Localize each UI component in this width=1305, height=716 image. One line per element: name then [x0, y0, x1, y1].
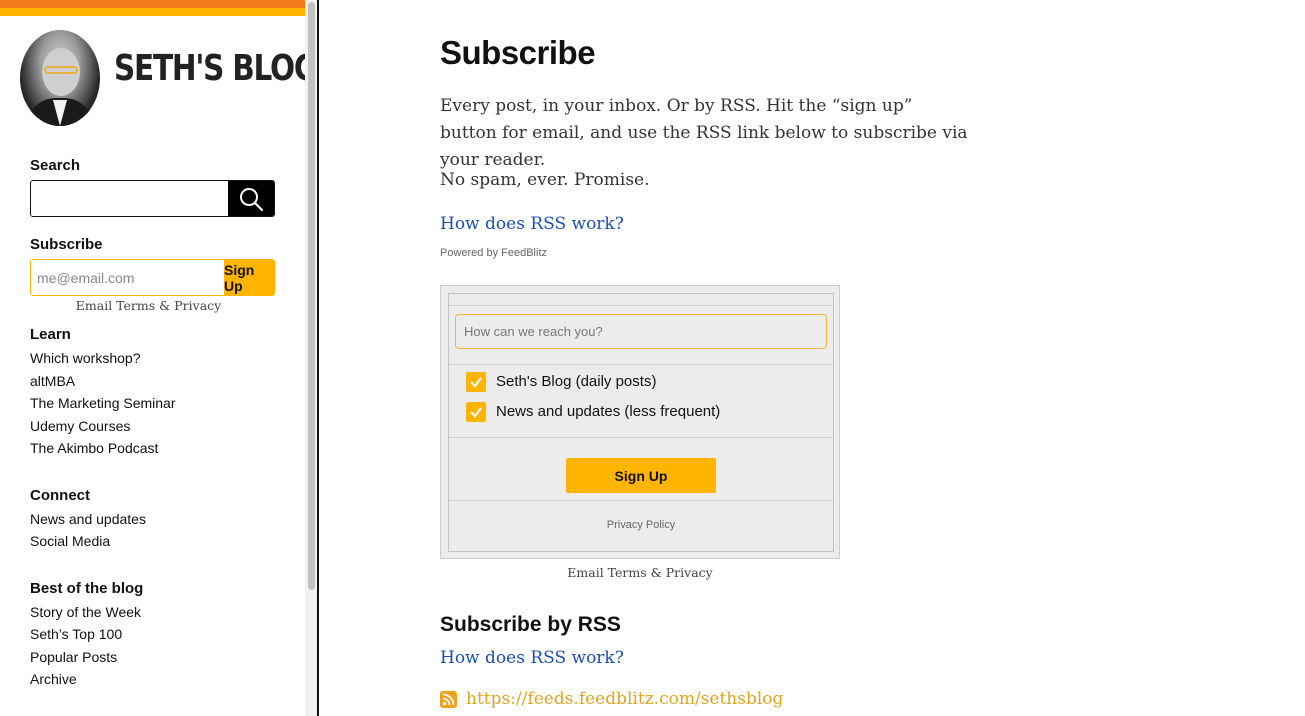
sidebar: SETH'S BLOG Search Subscribe Sign Up Ema…	[0, 0, 318, 716]
author-avatar[interactable]	[20, 30, 100, 126]
news-updates-label[interactable]: News and updates (less frequent)	[496, 403, 720, 420]
form-divider	[449, 500, 833, 501]
sidebar-divider	[317, 0, 319, 716]
intro-paragraph: Every post, in your inbox. Or by RSS. Hi…	[440, 96, 968, 170]
sidebar-link-which-workshop[interactable]: Which workshop?	[30, 350, 141, 366]
subscribe-form: Sign Up	[30, 259, 275, 296]
sidebar-scrollbar-thumb[interactable]	[308, 2, 315, 590]
search-label: Search	[30, 157, 81, 174]
page-title: Subscribe	[440, 34, 596, 71]
email-field[interactable]	[31, 260, 224, 295]
daily-posts-checkbox[interactable]	[466, 372, 486, 392]
search-form	[30, 180, 275, 217]
sidebar-link-udemy-courses[interactable]: Udemy Courses	[30, 418, 130, 434]
rss-icon[interactable]	[440, 691, 457, 708]
subscribe-label: Subscribe	[30, 236, 103, 253]
checkmark-icon	[470, 377, 482, 388]
feedblitz-form-inner: Seth's Blog (daily posts) News and updat…	[448, 293, 834, 552]
search-icon	[240, 187, 264, 211]
checkmark-icon	[470, 407, 482, 418]
no-spam-paragraph: No spam, ever. Promise.	[440, 170, 650, 190]
sidebar-link-popular-posts[interactable]: Popular Posts	[30, 649, 117, 665]
powered-by-feedblitz[interactable]: Powered by FeedBlitz	[440, 247, 547, 259]
sidebar-link-altmba[interactable]: altMBA	[30, 373, 75, 389]
daily-posts-label[interactable]: Seth's Blog (daily posts)	[496, 373, 656, 390]
form-divider	[449, 305, 833, 306]
search-input[interactable]	[31, 181, 228, 216]
sidebar-link-top-100[interactable]: Seth’s Top 100	[30, 626, 122, 642]
connect-heading: Connect	[30, 487, 90, 504]
header-stripe-yellow	[0, 8, 305, 16]
sidebar-link-social-media[interactable]: Social Media	[30, 533, 110, 549]
rss-how-link[interactable]: How does RSS work?	[440, 214, 624, 234]
sidebar-signup-button[interactable]: Sign Up	[224, 260, 274, 295]
best-heading: Best of the blog	[30, 580, 144, 597]
form-divider	[449, 364, 833, 365]
sidebar-email-terms-link[interactable]: Email Terms & Privacy	[30, 298, 267, 313]
rss-section-heading: Subscribe by RSS	[440, 613, 621, 636]
learn-heading: Learn	[30, 326, 71, 343]
reach-you-input[interactable]	[455, 314, 827, 349]
blog-title[interactable]: SETH'S BLOG	[114, 48, 318, 89]
sidebar-link-story-week[interactable]: Story of the Week	[30, 604, 141, 620]
privacy-policy-link[interactable]: Privacy Policy	[449, 519, 833, 531]
search-button[interactable]	[228, 181, 274, 216]
form-signup-button[interactable]: Sign Up	[566, 458, 716, 493]
sidebar-link-archive[interactable]: Archive	[30, 671, 77, 687]
rss-section-how-link[interactable]: How does RSS work?	[440, 648, 624, 668]
form-divider	[449, 437, 833, 438]
sidebar-link-akimbo-podcast[interactable]: The Akimbo Podcast	[30, 440, 158, 456]
news-updates-checkbox[interactable]	[466, 402, 486, 422]
rss-feed-glyph-icon	[442, 693, 455, 706]
sidebar-link-news-updates[interactable]: News and updates	[30, 511, 146, 527]
main-email-terms-link[interactable]: Email Terms & Privacy	[440, 565, 840, 580]
header-stripe-orange	[0, 0, 305, 8]
avatar-glasses	[44, 66, 78, 74]
rss-feed-url-link[interactable]: https://feeds.feedblitz.com/sethsblog	[466, 689, 783, 709]
sidebar-link-marketing-seminar[interactable]: The Marketing Seminar	[30, 395, 176, 411]
feedblitz-signup-form: Seth's Blog (daily posts) News and updat…	[440, 285, 840, 559]
